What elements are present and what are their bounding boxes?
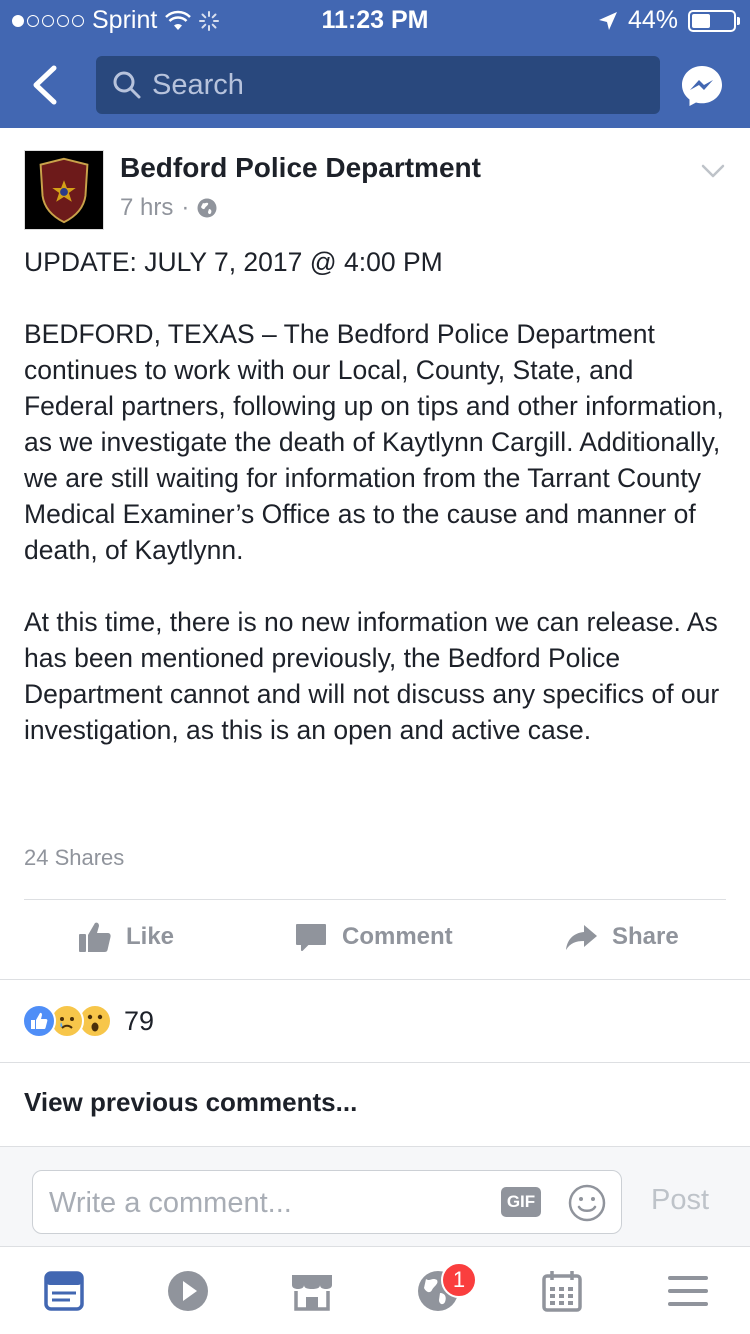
calendar-events-tab-icon[interactable] <box>538 1269 586 1313</box>
search-input[interactable] <box>152 68 632 102</box>
status-right: 44% <box>598 6 740 35</box>
view-previous-comments-link[interactable]: View previous comments... <box>24 1087 357 1118</box>
menu-hamburger-icon[interactable] <box>664 1269 712 1313</box>
marketplace-tab-icon[interactable] <box>288 1269 336 1313</box>
comment-bubble-icon <box>296 924 326 951</box>
gif-button[interactable]: GIF <box>501 1187 541 1217</box>
page-name[interactable]: Bedford Police Department <box>120 152 481 184</box>
comment-input-wrapper[interactable]: GIF <box>32 1170 622 1234</box>
meta-separator: · <box>181 194 190 221</box>
bottom-tab-bar <box>0 1246 750 1334</box>
news-feed-tab-icon[interactable] <box>40 1269 88 1313</box>
reaction-count: 79 <box>124 1005 155 1036</box>
page-avatar[interactable] <box>24 150 104 230</box>
globe-icon <box>197 198 217 218</box>
like-reaction-icon <box>22 1004 56 1038</box>
share-arrow-icon <box>566 925 597 950</box>
notifications-badge: 1 <box>441 1262 477 1298</box>
battery-percent: 44% <box>627 6 678 34</box>
like-label: Like <box>126 923 175 950</box>
location-arrow-icon <box>598 11 617 30</box>
thumbs-up-icon <box>79 922 111 952</box>
video-play-tab-icon[interactable] <box>164 1269 212 1313</box>
post-header: Bedford Police Department 7 hrs · <box>24 150 726 230</box>
post-text: UPDATE: JULY 7, 2017 @ 4:00 PM BEDFORD, … <box>24 244 729 748</box>
chevron-down-icon[interactable] <box>700 158 726 184</box>
reactions-summary[interactable]: 79 <box>22 1002 154 1040</box>
post-timestamp[interactable]: 7 hrs <box>120 194 173 222</box>
post-paragraph: At this time, there is no new informatio… <box>24 607 720 745</box>
post-comment-button[interactable]: Post <box>651 1184 709 1217</box>
share-count[interactable]: 24 Shares <box>24 845 124 871</box>
status-bar: Sprint 11:23 PM 44% <box>0 0 750 42</box>
battery-fill <box>692 13 710 28</box>
post-paragraph: UPDATE: JULY 7, 2017 @ 4:00 PM <box>24 247 443 277</box>
facebook-post-screen: Sprint 11:23 PM 44% Search Bedford Polic… <box>0 0 750 1334</box>
post-paragraph: BEDFORD, TEXAS – The Bedford Police Depa… <box>24 319 724 565</box>
comment-button[interactable]: Comment <box>294 920 453 954</box>
search-bar[interactable] <box>96 56 660 114</box>
post-meta: 7 hrs · <box>120 194 217 222</box>
divider <box>0 1062 750 1063</box>
divider <box>0 979 750 980</box>
share-label: Share <box>612 923 679 950</box>
back-button[interactable] <box>24 60 68 110</box>
like-button[interactable]: Like <box>78 920 174 954</box>
post-actions: Like Comment Share <box>0 900 750 980</box>
search-icon <box>113 71 141 99</box>
battery-icon <box>688 9 740 32</box>
share-button[interactable]: Share <box>564 920 679 954</box>
comment-label: Comment <box>342 923 453 950</box>
comment-input[interactable] <box>49 1181 489 1225</box>
emoji-smiley-icon[interactable] <box>567 1183 607 1223</box>
top-header: Sprint 11:23 PM 44% Search <box>0 0 750 128</box>
messenger-icon[interactable] <box>680 64 724 108</box>
